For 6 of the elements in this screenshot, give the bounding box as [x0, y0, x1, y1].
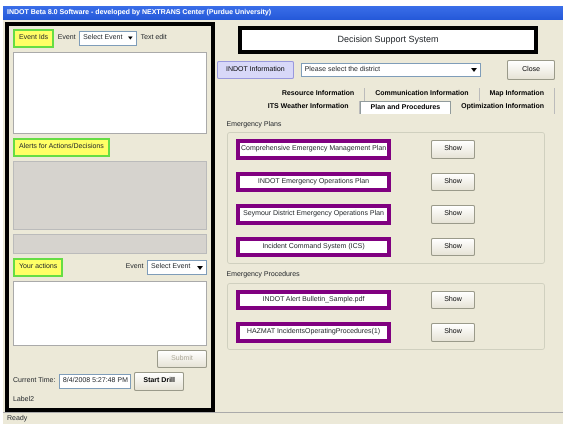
caret-icon — [197, 266, 203, 270]
actions-list[interactable] — [13, 280, 207, 346]
app-heading: Decision Support System — [238, 26, 538, 54]
caret-icon — [128, 36, 134, 40]
caret-icon — [470, 68, 477, 72]
events-list[interactable] — [13, 52, 207, 134]
